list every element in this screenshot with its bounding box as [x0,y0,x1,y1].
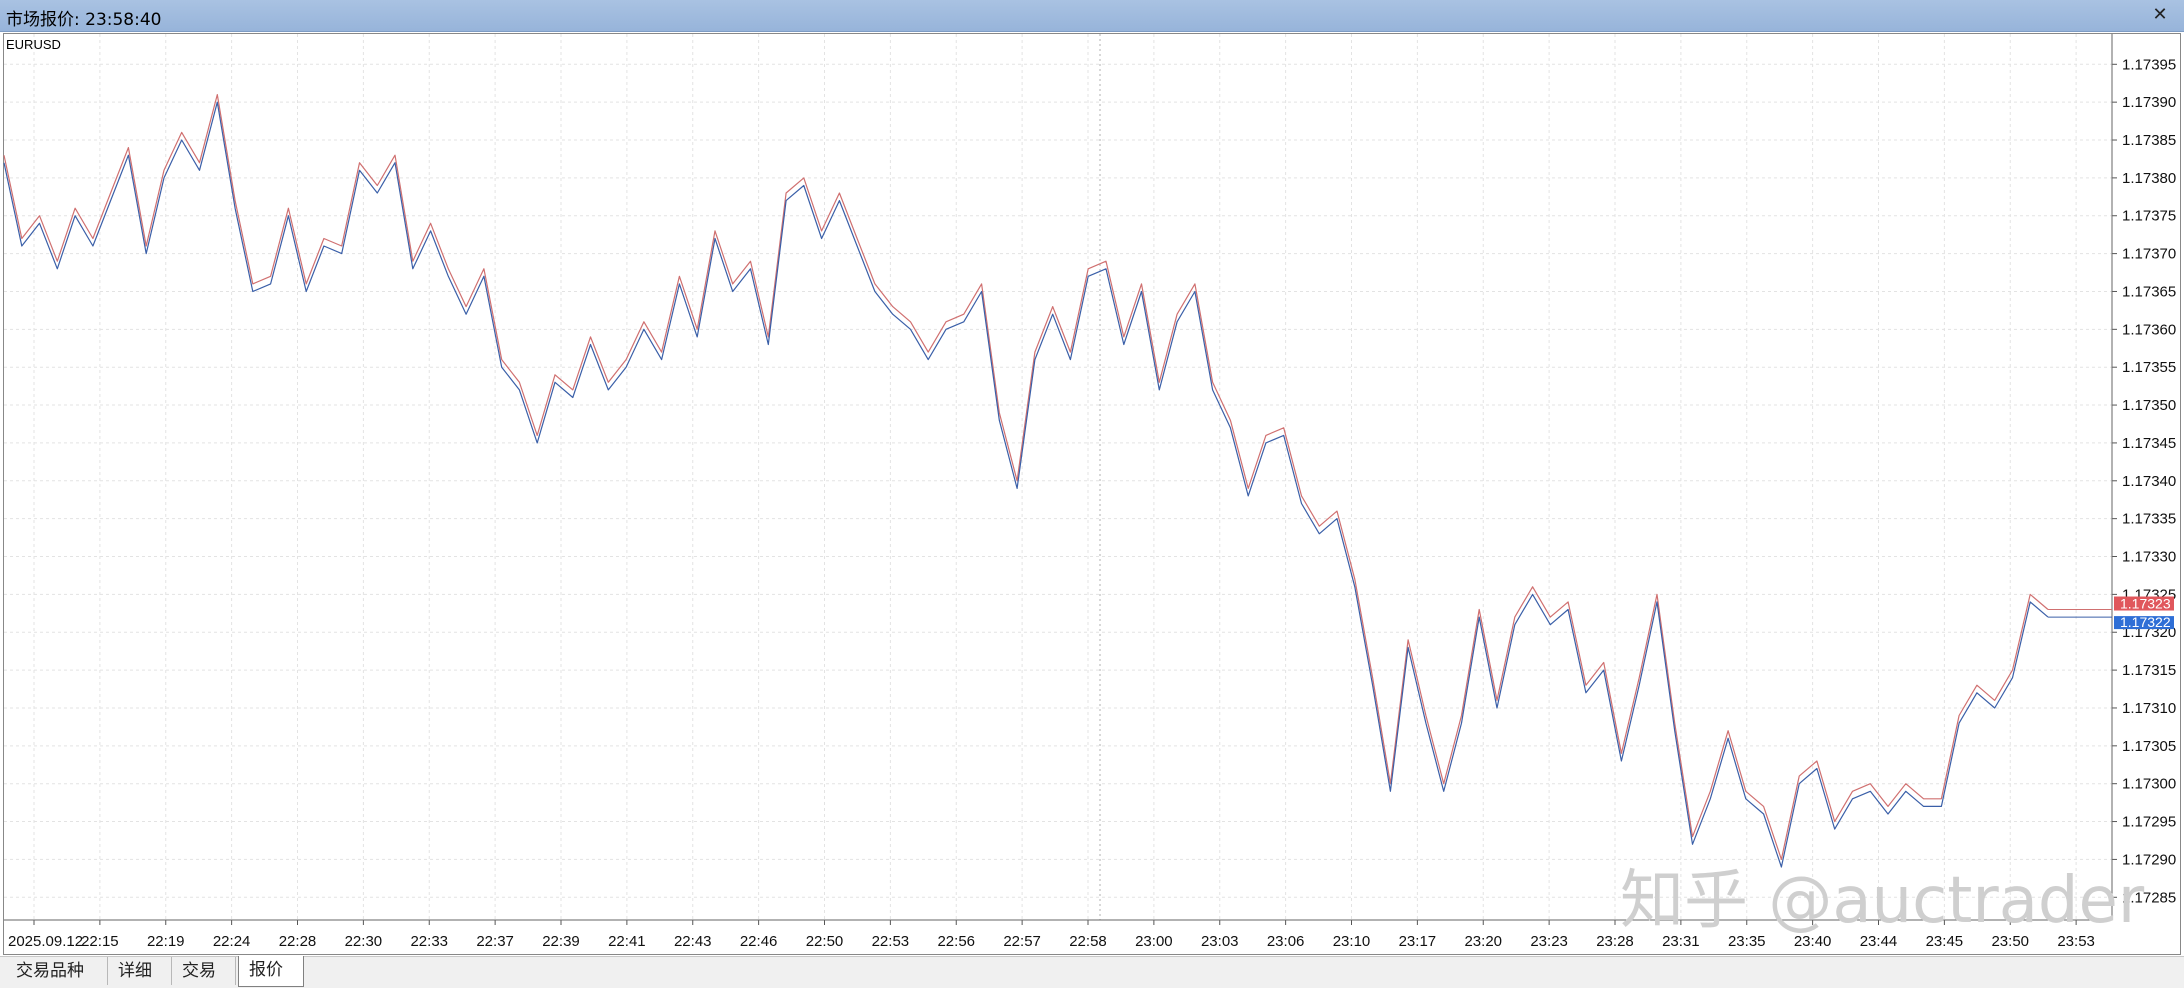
y-tick-label: 1.17370 [2122,246,2176,263]
y-tick-label: 1.17380 [2122,170,2176,187]
x-tick-label: 22:58 [1069,933,1107,950]
x-tick-label: 22:43 [674,933,712,950]
y-tick-label: 1.17375 [2122,208,2176,225]
bottom-tab-bar: 交易品种 详细 交易 报价 [0,956,2184,988]
y-tick-label: 1.17315 [2122,662,2176,679]
x-tick-label: 22:19 [147,933,185,950]
tab-symbols[interactable]: 交易品种 [6,957,108,985]
y-tick-label: 1.17385 [2122,132,2176,149]
tab-trading[interactable]: 交易 [172,957,236,985]
y-tick-label: 1.17300 [2122,776,2176,793]
y-tick-label: 1.17350 [2122,397,2176,414]
x-tick-label: 23:20 [1464,933,1502,950]
watermark-text: 知乎 @auctrader [1620,864,2145,938]
chart-symbol-label: EURUSD [6,37,61,52]
y-tick-label: 1.17345 [2122,435,2176,452]
y-tick-label: 1.17390 [2122,94,2176,111]
x-tick-label: 22:39 [542,933,580,950]
x-tick-label: 22:33 [410,933,448,950]
x-tick-label: 23:10 [1333,933,1371,950]
y-tick-label: 1.17360 [2122,321,2176,338]
bid-price-label: 1.17322 [2120,614,2171,630]
x-tick-label: 22:50 [806,933,844,950]
y-tick-label: 1.17340 [2122,473,2176,490]
x-tick-label: 22:56 [937,933,975,950]
x-tick-label: 23:17 [1399,933,1437,950]
ask-price-label: 1.17323 [2120,596,2171,612]
y-tick-label: 1.17295 [2122,814,2176,831]
x-tick-label: 23:06 [1267,933,1305,950]
price-chart[interactable]: 2025.09.1222:15 22:19 22:24 22:28 22:30 22:33… [0,0,2184,956]
tab-ticks[interactable]: 报价 [238,956,304,987]
x-tick-label: 23:23 [1530,933,1568,950]
tab-details[interactable]: 详细 [108,957,172,985]
y-tick-label: 1.17330 [2122,549,2176,566]
x-tick-label: 22:30 [345,933,383,950]
x-tick-label: 22:24 [213,933,251,950]
x-tick-label: 22:46 [740,933,778,950]
x-tick-label: 2025.09.12 [8,933,83,950]
x-tick-label: 22:41 [608,933,646,950]
x-tick-label: 22:28 [279,933,317,950]
y-tick-label: 1.17305 [2122,738,2176,755]
y-tick-label: 1.17355 [2122,359,2176,376]
y-tick-label: 1.17365 [2122,283,2176,300]
x-tick-label: 22:57 [1003,933,1041,950]
y-tick-label: 1.17335 [2122,511,2176,528]
y-tick-label: 1.17310 [2122,700,2176,717]
series-line-ask [3,93,2049,861]
series-line-bid [3,101,2049,868]
x-tick-label: 22:37 [476,933,514,950]
x-tick-label: 22:53 [872,933,910,950]
x-tick-label: 23:03 [1201,933,1239,950]
x-tick-label: 22:15 [81,933,119,950]
x-tick-label: 23:00 [1135,933,1173,950]
y-tick-label: 1.17395 [2122,56,2176,73]
